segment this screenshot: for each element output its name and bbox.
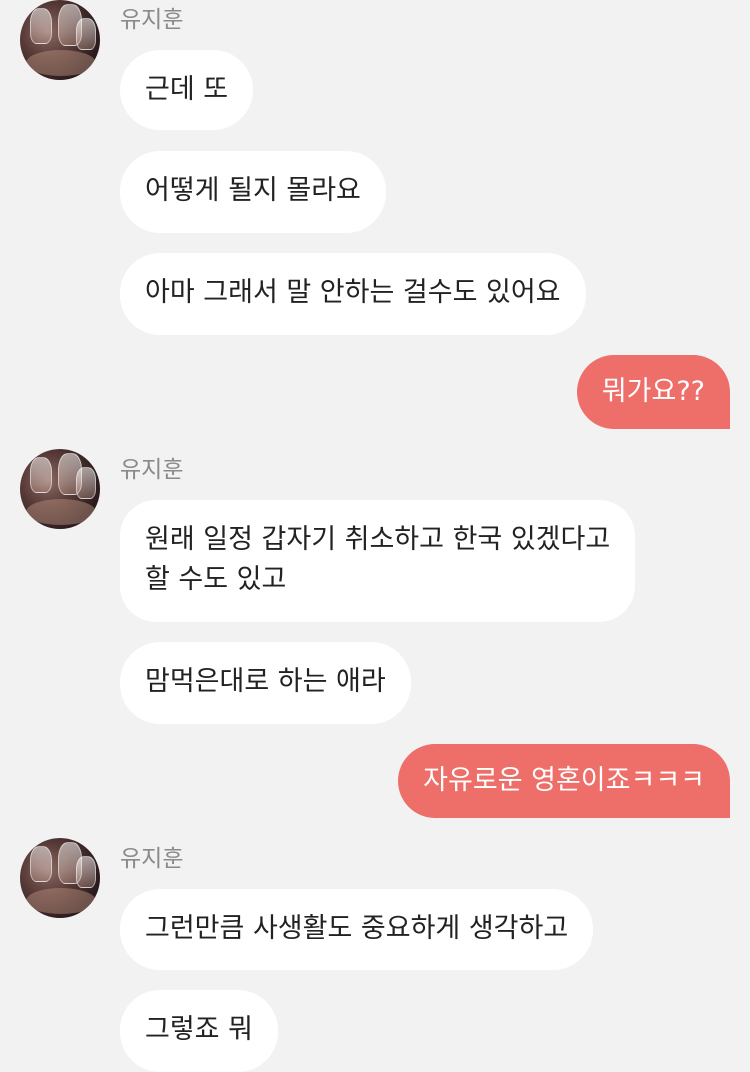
avatar[interactable]	[20, 838, 100, 918]
sender-name: 유지훈	[120, 846, 184, 872]
message-bubble-incoming[interactable]: 원래 일정 갑자기 취소하고 한국 있겠다고 할 수도 있고	[120, 500, 636, 622]
message-bubble-incoming[interactable]: 아마 그래서 말 안하는 걸수도 있어요	[120, 253, 586, 335]
message-bubble-incoming[interactable]: 그런만큼 사생활도 중요하게 생각하고	[120, 889, 594, 970]
message-bubble-incoming[interactable]: 근데 또	[120, 50, 254, 130]
avatar[interactable]	[20, 0, 100, 80]
sender-name: 유지훈	[120, 457, 184, 483]
message-bubble-outgoing[interactable]: 뭐가요??	[576, 355, 730, 429]
message-line: 원래 일정 갑자기 취소하고 한국 있겠다고	[145, 524, 611, 555]
message-bubble-outgoing[interactable]: 자유로운 영혼이죠ㅋㅋㅋ	[398, 744, 730, 818]
chat-message-list[interactable]: 유지훈 근데 또 어떻게 될지 몰라요 아마 그래서 말 안하는 걸수도 있어요…	[0, 0, 750, 1072]
sender-name: 유지훈	[120, 7, 184, 33]
message-bubble-incoming[interactable]: 어떻게 될지 몰라요	[120, 151, 386, 233]
message-bubble-incoming[interactable]: 맘먹은대로 하는 애라	[120, 642, 411, 724]
message-line: 할 수도 있고	[145, 564, 287, 595]
avatar[interactable]	[20, 449, 100, 529]
